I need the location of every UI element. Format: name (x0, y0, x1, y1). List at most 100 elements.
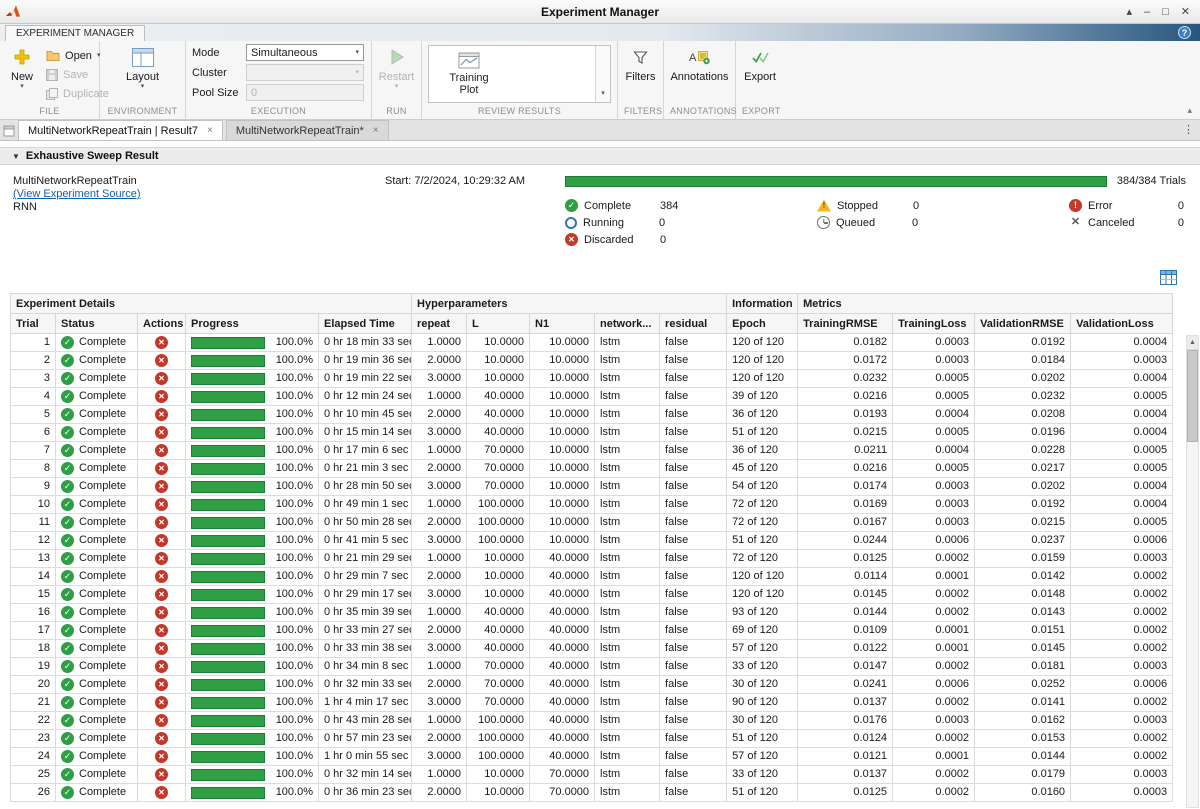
discard-trial-button[interactable]: ✕ (155, 552, 168, 565)
tab-result-document[interactable]: MultiNetworkRepeatTrain | Result7 × (18, 120, 223, 140)
scrollbar-thumb[interactable] (1187, 350, 1198, 442)
mode-dropdown[interactable]: Simultaneous ▾ (246, 44, 364, 61)
close-tab-icon[interactable]: × (207, 125, 213, 136)
table-row[interactable]: 6✓Complete✕100.0%0 hr 15 min 14 sec3.000… (11, 424, 1173, 442)
tab-experiment-document[interactable]: MultiNetworkRepeatTrain* × (226, 120, 389, 140)
discard-trial-button[interactable]: ✕ (155, 408, 168, 421)
shade-window-button[interactable]: ▴ (1126, 6, 1132, 18)
vertical-scrollbar[interactable]: ▲ (1186, 335, 1199, 808)
discard-trial-button[interactable]: ✕ (155, 480, 168, 493)
cell-validationloss: 0.0005 (1071, 460, 1173, 478)
discard-trial-button[interactable]: ✕ (155, 462, 168, 475)
discard-trial-button[interactable]: ✕ (155, 336, 168, 349)
column-header-trainingloss[interactable]: TrainingLoss (893, 314, 975, 334)
dock-icon[interactable] (3, 125, 15, 137)
discard-trial-button[interactable]: ✕ (155, 768, 168, 781)
table-row[interactable]: 5✓Complete✕100.0%0 hr 10 min 45 sec2.000… (11, 406, 1173, 424)
table-row[interactable]: 10✓Complete✕100.0%0 hr 49 min 1 sec1.000… (11, 496, 1173, 514)
table-row[interactable]: 20✓Complete✕100.0%0 hr 32 min 33 sec2.00… (11, 676, 1173, 694)
discard-trial-button[interactable]: ✕ (155, 390, 168, 403)
discard-trial-button[interactable]: ✕ (155, 660, 168, 673)
table-columns-button[interactable] (1160, 270, 1177, 285)
discard-trial-button[interactable]: ✕ (155, 624, 168, 637)
discard-trial-button[interactable]: ✕ (155, 750, 168, 763)
column-header-l[interactable]: L (467, 314, 530, 334)
column-header-epoch[interactable]: Epoch (727, 314, 798, 334)
discard-trial-button[interactable]: ✕ (155, 696, 168, 709)
result-section-header[interactable]: ▼ Exhaustive Sweep Result (0, 147, 1200, 165)
table-row[interactable]: 15✓Complete✕100.0%0 hr 29 min 17 sec3.00… (11, 586, 1173, 604)
table-row[interactable]: 18✓Complete✕100.0%0 hr 33 min 38 sec3.00… (11, 640, 1173, 658)
table-row[interactable]: 24✓Complete✕100.0%1 hr 0 min 55 sec3.000… (11, 748, 1173, 766)
discard-trial-button[interactable]: ✕ (155, 354, 168, 367)
table-row[interactable]: 26✓Complete✕100.0%0 hr 36 min 23 sec2.00… (11, 784, 1173, 802)
column-header-validationloss[interactable]: ValidationLoss (1071, 314, 1173, 334)
gallery-dropdown-button[interactable]: ▾ (595, 46, 610, 102)
column-header-trial[interactable]: Trial (11, 314, 56, 334)
view-experiment-source-link[interactable]: (View Experiment Source) (13, 188, 141, 200)
discard-trial-button[interactable]: ✕ (155, 534, 168, 547)
table-row[interactable]: 13✓Complete✕100.0%0 hr 21 min 29 sec1.00… (11, 550, 1173, 568)
close-tab-icon[interactable]: × (373, 125, 379, 136)
collapse-ribbon-button[interactable]: ▴ (1187, 105, 1192, 116)
tab-experiment-manager[interactable]: EXPERIMENT MANAGER (5, 25, 145, 41)
discard-trial-button[interactable]: ✕ (155, 606, 168, 619)
column-header-actions[interactable]: Actions (138, 314, 186, 334)
table-row[interactable]: 21✓Complete✕100.0%1 hr 4 min 17 sec3.000… (11, 694, 1173, 712)
cluster-dropdown[interactable]: ▾ (246, 64, 364, 81)
column-header-residual[interactable]: residual (660, 314, 727, 334)
discard-trial-button[interactable]: ✕ (155, 678, 168, 691)
table-row[interactable]: 4✓Complete✕100.0%0 hr 12 min 24 sec1.000… (11, 388, 1173, 406)
discard-trial-button[interactable]: ✕ (155, 786, 168, 799)
table-row[interactable]: 19✓Complete✕100.0%0 hr 34 min 8 sec1.000… (11, 658, 1173, 676)
table-row[interactable]: 11✓Complete✕100.0%0 hr 50 min 28 sec2.00… (11, 514, 1173, 532)
table-row[interactable]: 23✓Complete✕100.0%0 hr 57 min 23 sec2.00… (11, 730, 1173, 748)
new-button[interactable]: New ▾ (6, 43, 38, 91)
column-header-n1[interactable]: N1 (530, 314, 595, 334)
discard-trial-button[interactable]: ✕ (155, 714, 168, 727)
discard-trial-button[interactable]: ✕ (155, 516, 168, 529)
tab-overflow-button[interactable]: ⋮ (1183, 123, 1194, 136)
column-header-network-[interactable]: network... (595, 314, 660, 334)
column-header-status[interactable]: Status (56, 314, 138, 334)
table-row[interactable]: 9✓Complete✕100.0%0 hr 28 min 50 sec3.000… (11, 478, 1173, 496)
help-button[interactable]: ? (1178, 26, 1191, 39)
table-row[interactable]: 1✓Complete✕100.0%0 hr 18 min 33 sec1.000… (11, 334, 1173, 352)
table-row[interactable]: 17✓Complete✕100.0%0 hr 33 min 27 sec2.00… (11, 622, 1173, 640)
training-plot-button[interactable]: Training Plot (429, 46, 509, 102)
cell-validationrmse: 0.0179 (975, 766, 1071, 784)
table-row[interactable]: 8✓Complete✕100.0%0 hr 21 min 3 sec2.0000… (11, 460, 1173, 478)
discard-trial-button[interactable]: ✕ (155, 372, 168, 385)
table-row[interactable]: 7✓Complete✕100.0%0 hr 17 min 6 sec1.0000… (11, 442, 1173, 460)
discard-trial-button[interactable]: ✕ (155, 444, 168, 457)
column-header-progress[interactable]: Progress (186, 314, 319, 334)
discard-trial-button[interactable]: ✕ (155, 426, 168, 439)
column-header-trainingrmse[interactable]: TrainingRMSE (798, 314, 893, 334)
close-button[interactable]: ✕ (1181, 6, 1190, 18)
table-row[interactable]: 12✓Complete✕100.0%0 hr 41 min 5 sec3.000… (11, 532, 1173, 550)
discard-trial-button[interactable]: ✕ (155, 570, 168, 583)
discard-trial-button[interactable]: ✕ (155, 642, 168, 655)
column-header-validationrmse[interactable]: ValidationRMSE (975, 314, 1071, 334)
table-row[interactable]: 2✓Complete✕100.0%0 hr 19 min 36 sec2.000… (11, 352, 1173, 370)
table-row[interactable]: 22✓Complete✕100.0%0 hr 43 min 28 sec1.00… (11, 712, 1173, 730)
maximize-button[interactable]: □ (1162, 6, 1169, 18)
scroll-up-button[interactable]: ▲ (1187, 336, 1198, 350)
column-header-elapsed-time[interactable]: Elapsed Time (319, 314, 412, 334)
restart-button[interactable]: Restart ▾ (374, 43, 419, 91)
discard-trial-button[interactable]: ✕ (155, 498, 168, 511)
cell-repeat: 1.0000 (412, 712, 467, 730)
table-row[interactable]: 25✓Complete✕100.0%0 hr 32 min 14 sec1.00… (11, 766, 1173, 784)
table-row[interactable]: 16✓Complete✕100.0%0 hr 35 min 39 sec1.00… (11, 604, 1173, 622)
discard-trial-button[interactable]: ✕ (155, 732, 168, 745)
annotations-button[interactable]: A Annotations (665, 43, 733, 83)
column-header-repeat[interactable]: repeat (412, 314, 467, 334)
pool-size-input[interactable] (246, 84, 364, 101)
export-button[interactable]: Export (739, 43, 781, 83)
discard-trial-button[interactable]: ✕ (155, 588, 168, 601)
filters-button[interactable]: Filters (621, 43, 661, 83)
table-row[interactable]: 3✓Complete✕100.0%0 hr 19 min 22 sec3.000… (11, 370, 1173, 388)
table-row[interactable]: 14✓Complete✕100.0%0 hr 29 min 7 sec2.000… (11, 568, 1173, 586)
layout-button[interactable]: Layout ▾ (121, 43, 164, 91)
minimize-button[interactable]: – (1144, 6, 1150, 18)
